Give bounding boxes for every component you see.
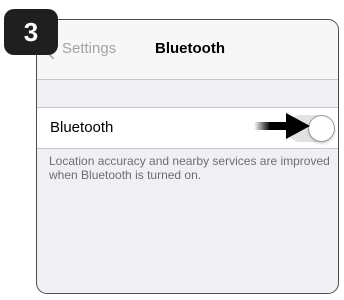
bluetooth-label: Bluetooth — [50, 119, 114, 136]
navigation-bar: Settings Bluetooth — [37, 20, 338, 80]
back-button[interactable]: Settings — [62, 40, 116, 57]
arrow-right-icon — [254, 113, 310, 139]
bluetooth-footer-note: Location accuracy and nearby services ar… — [49, 154, 330, 182]
phone-screen: Settings Bluetooth Bluetooth Location ac… — [36, 19, 339, 294]
step-number-badge: 3 — [4, 9, 58, 55]
tutorial-screenshot: Settings Bluetooth Bluetooth Location ac… — [0, 0, 344, 300]
page-title: Bluetooth — [155, 40, 225, 57]
